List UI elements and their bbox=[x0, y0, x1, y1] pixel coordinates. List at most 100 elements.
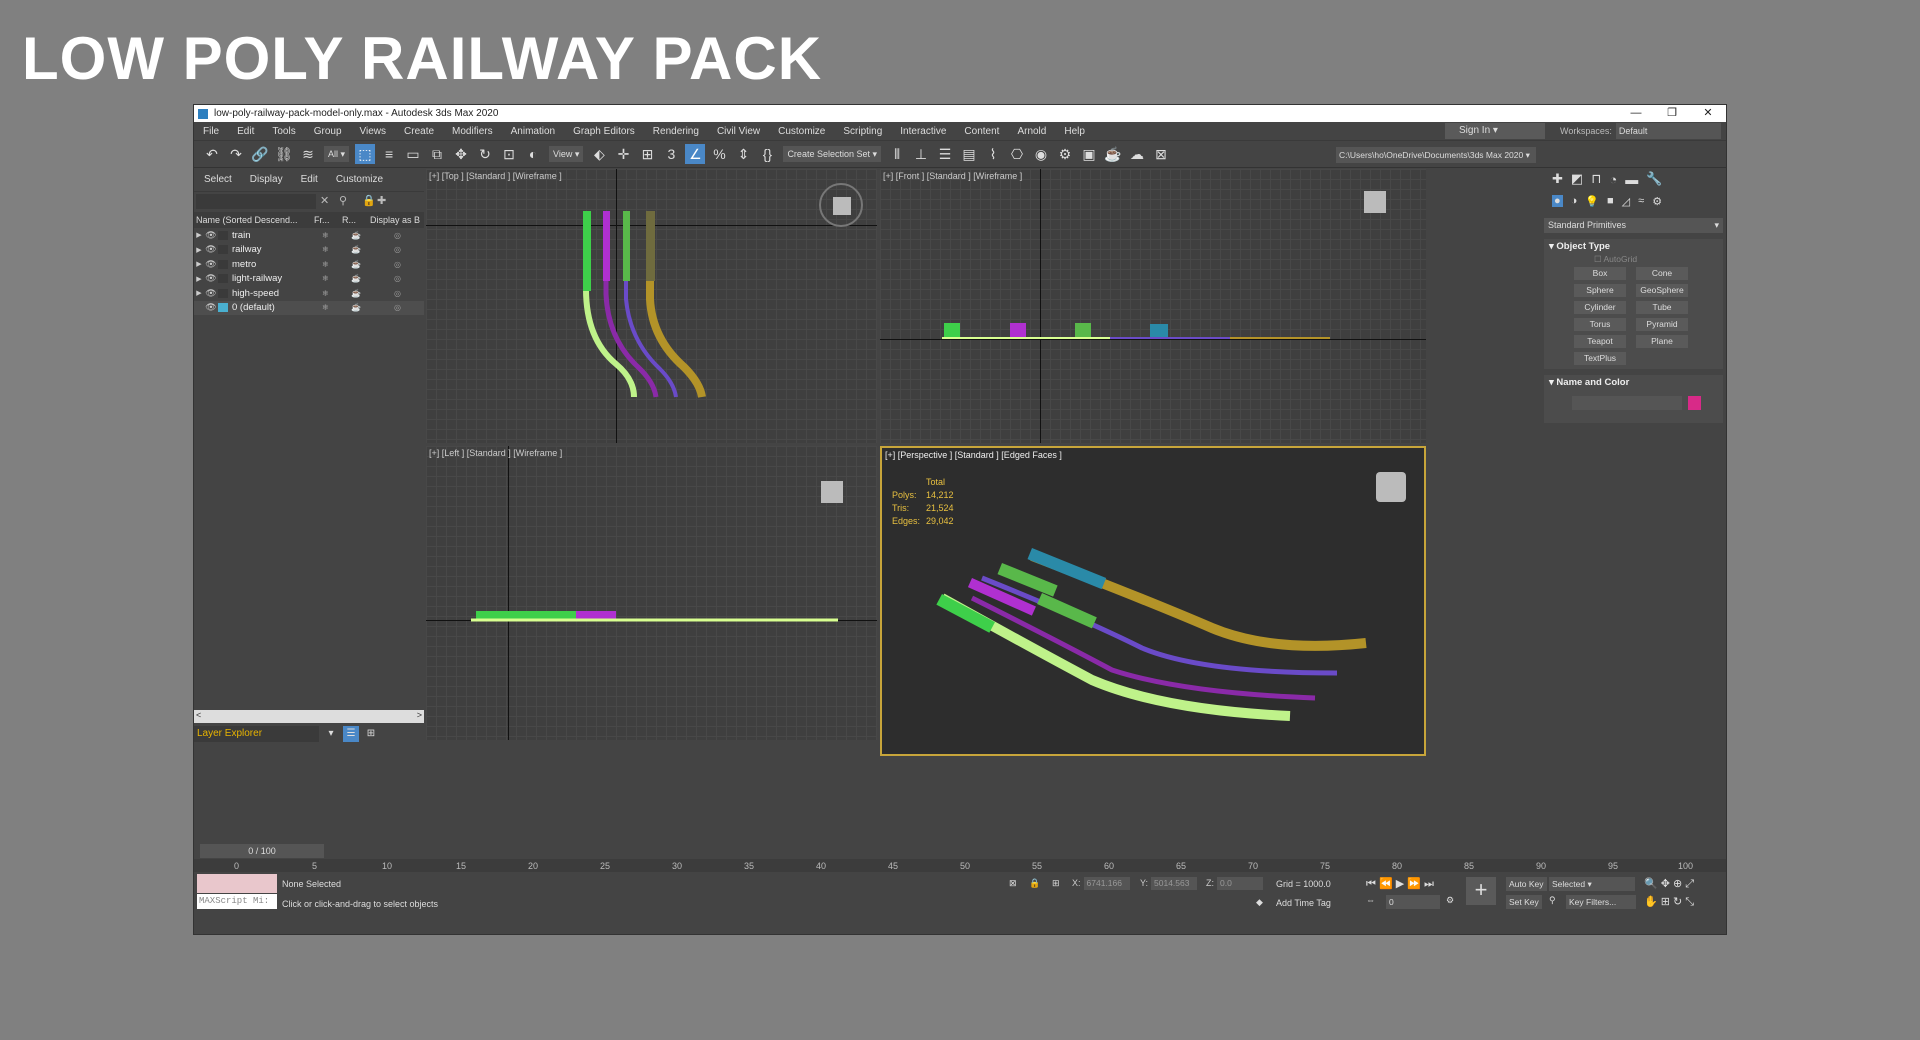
cameras-icon[interactable]: ■ bbox=[1607, 195, 1614, 207]
render-teapot-icon[interactable]: ☕ bbox=[351, 245, 361, 254]
key-filter-icon[interactable]: ⚲ bbox=[1549, 895, 1556, 906]
bind-space-warp-icon[interactable]: ≋ bbox=[298, 144, 318, 164]
minimize-icon[interactable]: — bbox=[1618, 105, 1654, 122]
eye-icon[interactable]: 👁 bbox=[204, 288, 218, 299]
viewport-left[interactable]: [+] [Left ] [Standard ] [Wireframe ] bbox=[426, 446, 877, 740]
isolate-icon[interactable]: ⊠ bbox=[1009, 878, 1017, 889]
pivot-icon[interactable]: ⬖ bbox=[589, 144, 609, 164]
select-by-name-icon[interactable]: ≡ bbox=[379, 144, 399, 164]
close-icon[interactable]: ✕ bbox=[1690, 105, 1726, 122]
expand-icon[interactable]: ▶ bbox=[194, 231, 204, 239]
eye-icon[interactable]: 👁 bbox=[204, 273, 218, 284]
menu-help[interactable]: Help bbox=[1055, 126, 1094, 137]
hierarchy-icon[interactable]: ⊞ bbox=[363, 726, 379, 742]
freeze-icon[interactable]: ❄ bbox=[322, 303, 329, 312]
layers-icon[interactable]: ☰ bbox=[343, 726, 359, 742]
shapes-icon[interactable]: ◑ bbox=[1571, 195, 1578, 207]
layer-row[interactable]: ▶ 👁 high-speed ❄ ☕ ◎ bbox=[194, 286, 424, 301]
layer-manager-icon[interactable]: ☰ bbox=[935, 144, 955, 164]
col-display[interactable]: Display as B bbox=[370, 215, 420, 225]
auto-key-button[interactable]: Auto Key bbox=[1506, 877, 1547, 891]
col-render[interactable]: R... bbox=[342, 215, 370, 225]
box-button[interactable]: Box bbox=[1574, 267, 1626, 280]
tube-button[interactable]: Tube bbox=[1636, 301, 1688, 314]
edit-named-selection-icon[interactable]: {} bbox=[757, 144, 777, 164]
reference-coord-dropdown[interactable]: View ▾ bbox=[549, 146, 584, 162]
key-set-dropdown[interactable]: Selected ▾ bbox=[1549, 877, 1635, 891]
object-type-header[interactable]: ▾ Object Type bbox=[1544, 239, 1723, 254]
tab-select[interactable]: Select bbox=[204, 174, 232, 185]
tab-display[interactable]: Display bbox=[250, 174, 283, 185]
align-icon[interactable]: ⊥ bbox=[911, 144, 931, 164]
redo-icon[interactable]: ↷ bbox=[226, 144, 246, 164]
lock-icon[interactable]: 🔒 bbox=[362, 194, 376, 207]
menu-customize[interactable]: Customize bbox=[769, 126, 834, 137]
restore-icon[interactable]: ❐ bbox=[1654, 105, 1690, 122]
object-name-input[interactable] bbox=[1572, 396, 1682, 410]
undo-icon[interactable]: ↶ bbox=[202, 144, 222, 164]
teapot-button[interactable]: Teapot bbox=[1574, 335, 1626, 348]
cylinder-button[interactable]: Cylinder bbox=[1574, 301, 1626, 314]
modify-tab-icon[interactable]: ◩ bbox=[1571, 171, 1583, 187]
select-manipulate-icon[interactable]: ✛ bbox=[613, 144, 633, 164]
menu-file[interactable]: File bbox=[194, 126, 228, 137]
y-coordinate[interactable]: 5014.563 bbox=[1151, 877, 1198, 890]
viewport-nav-controls-2[interactable]: ✋ ⊞ ↻ ⤡ bbox=[1644, 895, 1694, 909]
menu-scripting[interactable]: Scripting bbox=[834, 126, 891, 137]
viewport-front[interactable]: [+] [Front ] [Standard ] [Wireframe ] bbox=[880, 169, 1426, 443]
primitive-type-dropdown[interactable]: Standard Primitives ▾ bbox=[1544, 218, 1723, 233]
scroll-left-icon[interactable]: < bbox=[196, 710, 201, 720]
menu-arnold[interactable]: Arnold bbox=[1008, 126, 1055, 137]
search-input[interactable] bbox=[196, 194, 316, 209]
window-crossing-icon[interactable]: ⧉ bbox=[427, 144, 447, 164]
name-color-header[interactable]: ▾ Name and Color bbox=[1544, 375, 1723, 390]
geometry-icon[interactable]: ● bbox=[1552, 195, 1563, 207]
textplus-button[interactable]: TextPlus bbox=[1574, 352, 1626, 365]
sign-in-dropdown[interactable]: Sign In ▾ bbox=[1445, 123, 1545, 139]
geosphere-button[interactable]: GeoSphere bbox=[1636, 284, 1688, 297]
eye-icon[interactable]: 👁 bbox=[204, 259, 218, 270]
set-key-plus-icon[interactable]: + bbox=[1466, 877, 1496, 905]
x-coordinate[interactable]: 6741.166 bbox=[1083, 877, 1130, 890]
workspaces-dropdown[interactable]: Default bbox=[1615, 123, 1721, 139]
current-frame-input[interactable]: 0 bbox=[1386, 895, 1440, 909]
eye-icon[interactable]: 👁 bbox=[204, 244, 218, 255]
scroll-right-icon[interactable]: > bbox=[417, 710, 422, 720]
layer-row[interactable]: ▶ 👁 railway ❄ ☕ ◎ bbox=[194, 243, 424, 258]
place-icon[interactable]: ◐ bbox=[523, 144, 543, 164]
schematic-view-icon[interactable]: ⎔ bbox=[1007, 144, 1027, 164]
selection-filter-dropdown[interactable]: All ▾ bbox=[324, 146, 350, 162]
maxscript-mini-input[interactable]: MAXScript Mi: bbox=[197, 894, 277, 909]
render-cloud-icon[interactable]: ☁ bbox=[1127, 144, 1147, 164]
material-editor-icon[interactable]: ◉ bbox=[1031, 144, 1051, 164]
freeze-icon[interactable]: ❄ bbox=[322, 274, 329, 283]
time-tag-icon[interactable]: ◆ bbox=[1256, 897, 1263, 908]
display-tab-icon[interactable]: ▬ bbox=[1625, 172, 1638, 187]
tab-edit[interactable]: Edit bbox=[301, 174, 318, 185]
display-box-icon[interactable]: ◎ bbox=[394, 289, 401, 298]
menu-views[interactable]: Views bbox=[351, 126, 396, 137]
freeze-icon[interactable]: ❄ bbox=[322, 245, 329, 254]
menu-civil-view[interactable]: Civil View bbox=[708, 126, 769, 137]
freeze-icon[interactable]: ❄ bbox=[322, 289, 329, 298]
menu-modifiers[interactable]: Modifiers bbox=[443, 126, 502, 137]
selection-set-dropdown[interactable]: Create Selection Set ▾ bbox=[783, 146, 882, 162]
select-object-icon[interactable]: ⬚ bbox=[355, 144, 376, 164]
curve-editor-icon[interactable]: ⌇ bbox=[983, 144, 1003, 164]
maxscript-listener[interactable] bbox=[197, 874, 277, 893]
utilities-tab-icon[interactable]: 🔧 bbox=[1646, 171, 1662, 187]
hierarchy-tab-icon[interactable]: ⊓ bbox=[1591, 171, 1601, 187]
selection-lock-icon[interactable]: 🔒 bbox=[1029, 878, 1040, 889]
filter-icon[interactable]: ⚲ bbox=[339, 194, 347, 207]
menu-group[interactable]: Group bbox=[305, 126, 351, 137]
project-path[interactable]: C:\Users\ho\OneDrive\Documents\3ds Max 2… bbox=[1336, 147, 1536, 163]
menu-edit[interactable]: Edit bbox=[228, 126, 263, 137]
col-freeze[interactable]: Fr... bbox=[314, 215, 342, 225]
rendered-frame-icon[interactable]: ▣ bbox=[1079, 144, 1099, 164]
absolute-mode-icon[interactable]: ⊞ bbox=[1052, 878, 1060, 889]
menu-rendering[interactable]: Rendering bbox=[644, 126, 708, 137]
playback-controls[interactable]: ⏮ ⏪ ▶ ⏩ ⏭ bbox=[1366, 877, 1434, 891]
layer-row[interactable]: ▶ 👁 train ❄ ☕ ◎ bbox=[194, 228, 424, 243]
expand-icon[interactable]: ▶ bbox=[194, 289, 204, 297]
expand-icon[interactable]: ▶ bbox=[194, 246, 204, 254]
